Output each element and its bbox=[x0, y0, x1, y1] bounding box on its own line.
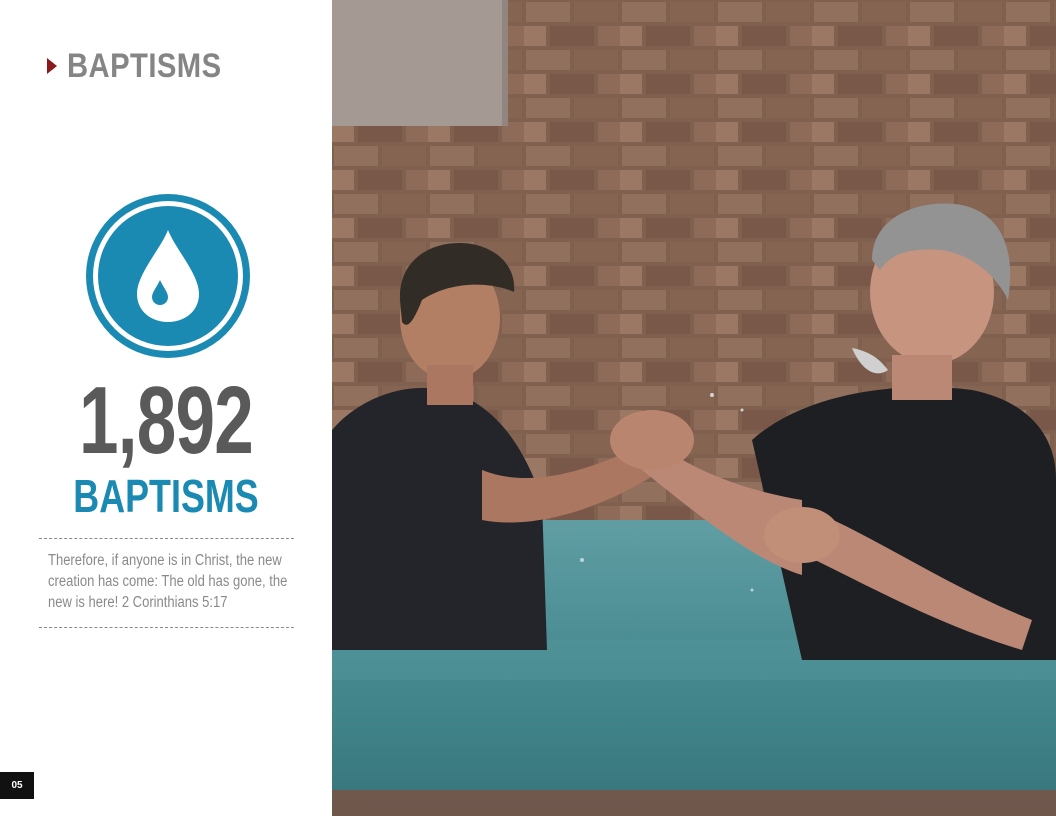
scripture-verse: Therefore, if anyone is in Christ, the n… bbox=[48, 550, 292, 613]
section-header: BAPTISMS bbox=[47, 44, 247, 88]
left-panel: BAPTISMS 1,892 BAPTISMS Therefore, if an… bbox=[0, 0, 332, 816]
page-number: 05 bbox=[0, 772, 34, 799]
divider-bottom bbox=[39, 627, 294, 628]
water-drop-icon bbox=[84, 192, 252, 360]
triangle-bullet-icon bbox=[47, 58, 57, 74]
verse-line: creation has come: The old has gone, the bbox=[48, 573, 288, 590]
baptism-count-label: BAPTISMS bbox=[73, 470, 259, 522]
section-title: BAPTISMS bbox=[67, 46, 222, 85]
verse-line: Therefore, if anyone is in Christ, the n… bbox=[48, 552, 282, 569]
divider-top bbox=[39, 538, 294, 539]
verse-line: new is here! 2 Corinthians 5:17 bbox=[48, 594, 228, 611]
baptism-count: 1,892 bbox=[78, 367, 254, 474]
baptism-photo bbox=[332, 0, 1056, 816]
